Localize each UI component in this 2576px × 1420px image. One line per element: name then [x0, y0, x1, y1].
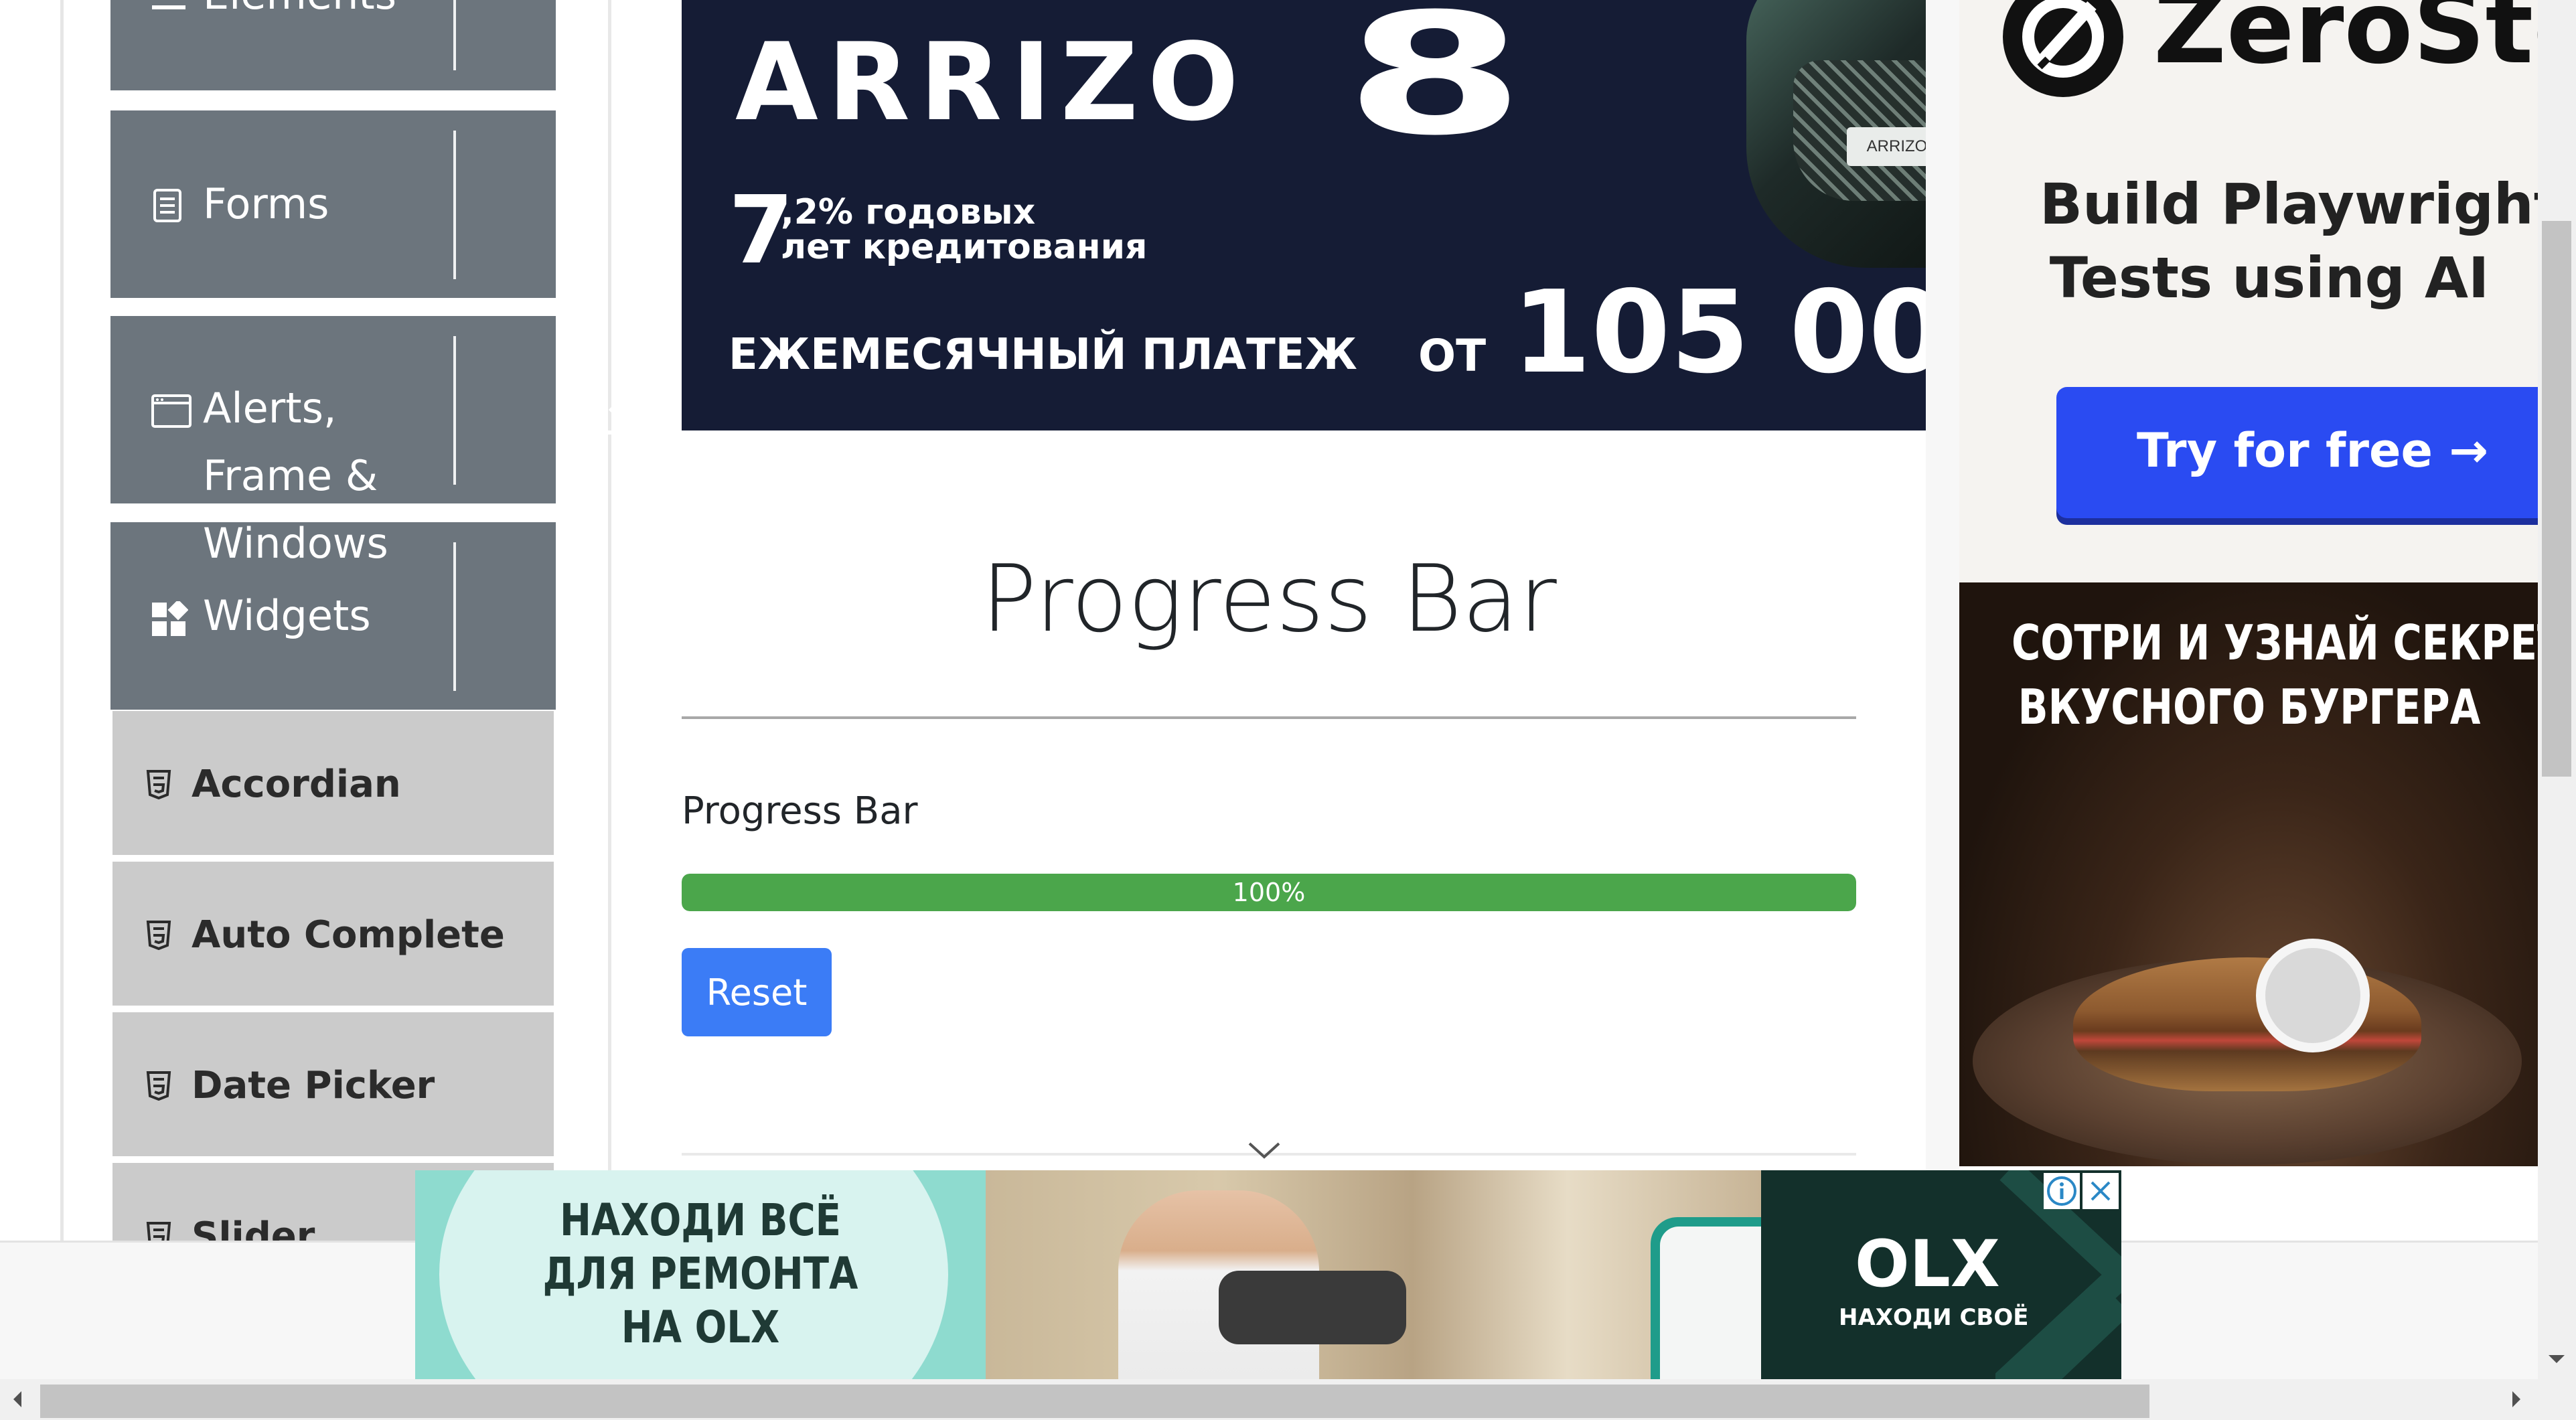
ad-payment-value: 105 000	[1512, 266, 1926, 399]
scroll-left-arrow-icon[interactable]	[9, 1387, 25, 1411]
title-divider	[682, 716, 1856, 719]
html5-icon	[146, 770, 171, 799]
info-icon[interactable]	[2044, 1173, 2080, 1209]
scroll-down-arrow-icon[interactable]	[2545, 1351, 2569, 1367]
progress-bar-value: 100%	[1232, 878, 1306, 907]
burger-ad[interactable]: СОТРИ И УЗНАЙ СЕКРЕТ ВКУСНОГО БУРГЕРА	[1959, 582, 2539, 1166]
html5-icon	[146, 1071, 171, 1101]
sidebar-item-label: Auto Complete	[192, 913, 505, 957]
sidebar-item-auto-complete[interactable]: Auto Complete	[112, 862, 554, 1006]
group-divider	[453, 336, 456, 485]
close-icon[interactable]	[2082, 1173, 2119, 1209]
zerostep-logo-icon	[2003, 0, 2123, 97]
progress-bar: 100%	[682, 874, 1856, 911]
ad-payment-label: ЕЖЕМЕСЯЧНЫЙ ПЛАТЕЖ	[729, 330, 1357, 380]
zerostep-headline-line: Build Playwright	[2040, 171, 2539, 237]
burger-image	[2073, 957, 2421, 1091]
olx-bottom-ad[interactable]: НАХОДИ ВСЁ ДЛЯ РЕМОНТА НА OLX OLX НАХОДИ…	[415, 1170, 2121, 1379]
sidebar-group-forms[interactable]: Forms	[110, 110, 556, 298]
scratch-circle[interactable]	[2256, 939, 2370, 1052]
group-divider	[453, 131, 456, 279]
group-divider	[453, 542, 456, 691]
burger-headline-line: ВКУСНОГО БУРГЕРА	[2018, 679, 2481, 735]
sidebar-item-date-picker[interactable]: Date Picker	[112, 1012, 554, 1156]
zerostep-ad[interactable]: ZeroSte Build Playwright Tests using AI …	[1959, 0, 2539, 582]
html5-icon	[146, 921, 171, 950]
document-icon	[153, 189, 181, 222]
try-for-free-label: Try for free →	[2137, 423, 2488, 478]
sidebar-group-label-line: Windows	[203, 519, 388, 568]
reset-button[interactable]: Reset	[682, 948, 832, 1036]
sidebar-left-border	[60, 0, 64, 1245]
chevron-down-icon[interactable]	[1247, 1139, 1282, 1161]
ad-term: лет кредитования	[781, 227, 1148, 267]
sidebar-group-label: Widgets	[203, 591, 371, 640]
progress-bar-fill: 100%	[682, 874, 1856, 911]
hamburger-icon	[152, 5, 185, 9]
page-title: Progress Bar	[981, 545, 1557, 653]
ad-rate-suffix: ,2% годовых	[781, 192, 1036, 232]
olx-brand: OLX	[1855, 1227, 2000, 1301]
sidebar-group-label: Elements	[203, 0, 396, 28]
olx-headline-line: ДЛЯ РЕМОНТА	[542, 1248, 858, 1299]
drill-image	[1219, 1271, 1406, 1344]
scroll-right-arrow-icon[interactable]	[2508, 1387, 2524, 1411]
top-banner-ad[interactable]: ARRIZO ARRIZO 8 7 ,2% годовых лет кредит…	[682, 0, 1926, 430]
sidebar-item-label: Accordian	[192, 763, 401, 806]
sidebar-group-elements[interactable]: Elements	[110, 0, 556, 90]
widgets-icon	[152, 601, 188, 636]
horizontal-scrollbar-thumb[interactable]	[40, 1385, 2149, 1418]
sidebar-group-label: Forms	[203, 179, 329, 228]
ad-brand: ARRIZO	[735, 19, 1248, 145]
olx-slogan: НАХОДИ СВОЁ	[1839, 1304, 2029, 1331]
progress-bar-label: Progress Bar	[682, 789, 918, 833]
zerostep-brand: ZeroSte	[2153, 0, 2539, 86]
sidebar-group-label-line: Alerts,	[203, 384, 337, 432]
html5-icon	[146, 1222, 171, 1242]
olx-headline-line: НАХОДИ ВСЁ	[559, 1194, 842, 1246]
ad-model-number: 8	[1345, 0, 1525, 172]
sidebar-group-alerts-frame-windows[interactable]: Alerts, Frame & Windows	[110, 316, 641, 568]
zerostep-headline-line: Tests using AI	[2049, 245, 2490, 311]
sidebar-group-label-line: Frame &	[203, 451, 378, 500]
burger-headline-line: СОТРИ И УЗНАЙ СЕКРЕТ	[2011, 615, 2539, 671]
ad-gutter	[1926, 0, 1959, 1245]
car-plate: ARRIZO	[1847, 127, 1926, 166]
sidebar-item-accordian[interactable]: Accordian	[112, 711, 554, 855]
vertical-scrollbar-thumb[interactable]	[2542, 221, 2571, 777]
try-for-free-button[interactable]: Try for free →	[2056, 387, 2539, 518]
group-divider	[453, 0, 456, 70]
chevron-down-icon[interactable]	[603, 387, 645, 437]
window-icon	[151, 394, 192, 428]
ad-payment-prefix: ОТ	[1418, 330, 1487, 382]
olx-headline-line: НА OLX	[621, 1301, 780, 1353]
sidebar-item-label: Date Picker	[192, 1064, 435, 1107]
sidebar-item-label: Slider	[192, 1214, 315, 1242]
sidebar-right-border	[608, 0, 611, 1245]
